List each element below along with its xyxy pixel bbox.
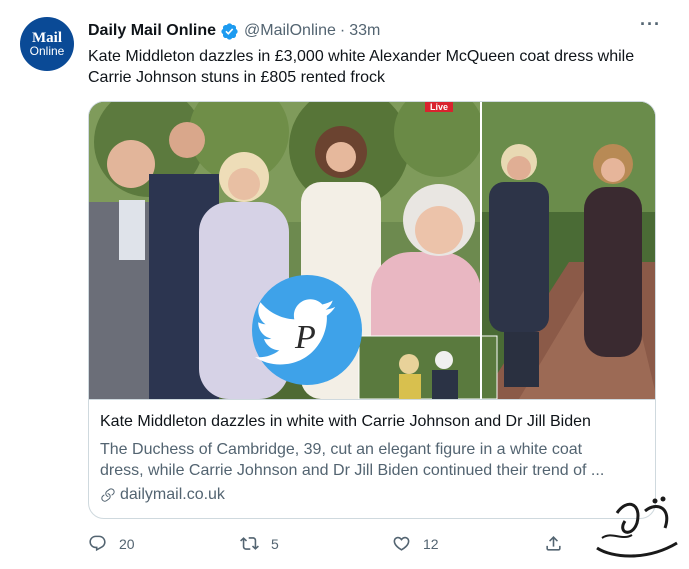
share-icon	[546, 536, 561, 551]
tweet[interactable]: Mail Online Daily Mail Online @MailOnlin…	[0, 0, 689, 569]
timestamp[interactable]: 33m	[349, 22, 380, 40]
card-description: The Duchess of Cambridge, 39, cut an ele…	[100, 439, 645, 481]
avatar-logo-line1: Mail	[32, 29, 62, 46]
card-description-line1: The Duchess of Cambridge, 39, cut an ele…	[100, 441, 583, 458]
tweet-text: Kate Middleton dazzles in £3,000 white A…	[88, 48, 635, 86]
handle[interactable]: @MailOnline	[244, 22, 336, 40]
more-icon[interactable]: ···	[640, 14, 661, 35]
verified-badge-icon	[221, 22, 238, 40]
like-button[interactable]: 12	[392, 534, 439, 553]
tweet-actions: 20 5 12	[88, 534, 578, 558]
like-icon	[393, 536, 410, 551]
twitter-bird-icon: P	[252, 275, 362, 385]
reply-icon	[89, 535, 106, 552]
svg-text:P: P	[294, 319, 316, 356]
display-name[interactable]: Daily Mail Online	[88, 22, 216, 40]
card-description-line2: dress, while Carrie Johnson and Dr Jill …	[100, 462, 605, 479]
avatar[interactable]: Mail Online	[20, 17, 74, 71]
retweet-icon	[240, 537, 259, 550]
tweet-header: Daily Mail Online @MailOnline · 33m	[88, 20, 380, 42]
link-card[interactable]: P Live Kate Middleton dazzles in white w…	[88, 101, 656, 519]
live-badge: Live	[425, 102, 454, 112]
card-body[interactable]: Kate Middleton dazzles in white with Car…	[89, 399, 655, 518]
watermark-logo-icon	[596, 496, 678, 558]
share-button[interactable]	[544, 534, 575, 553]
retweet-button[interactable]: 5	[240, 534, 279, 553]
link-icon	[101, 488, 115, 502]
avatar-logo-line2: Online	[29, 43, 65, 58]
card-domain-text: dailymail.co.uk	[120, 486, 225, 503]
retweet-count: 5	[271, 535, 279, 552]
like-count: 12	[423, 535, 439, 552]
card-image[interactable]: P Live	[89, 102, 655, 399]
separator-dot: ·	[339, 22, 346, 39]
reply-button[interactable]: 20	[88, 534, 135, 553]
card-title: Kate Middleton dazzles in white with Car…	[100, 413, 591, 430]
card-photo-collage: P	[89, 102, 655, 399]
card-domain[interactable]: dailymail.co.uk	[100, 486, 225, 504]
reply-count: 20	[119, 535, 135, 552]
